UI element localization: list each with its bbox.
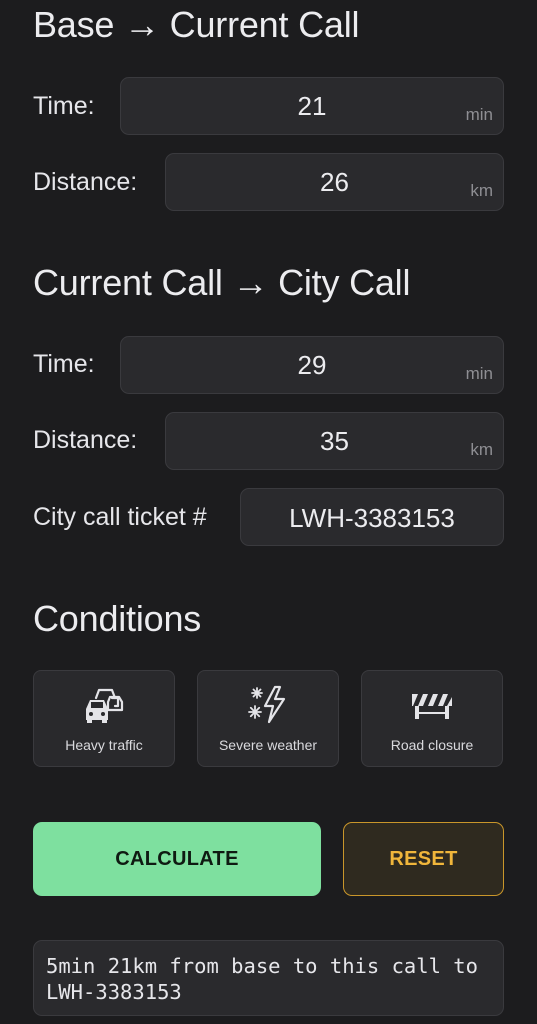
- traffic-cars-icon: [86, 688, 124, 723]
- leg2-title: Current Call → City Call: [33, 262, 411, 303]
- road-closure-label: Road closure: [390, 737, 474, 753]
- ticket-label: City call ticket #: [33, 503, 207, 531]
- road-closure-button[interactable]: Road closure: [361, 670, 503, 767]
- leg1-distance-input[interactable]: 26 km: [165, 153, 504, 211]
- leg1-distance-unit: km: [470, 181, 493, 200]
- leg1-time-input[interactable]: 21 min: [120, 77, 504, 135]
- reset-button[interactable]: RESET: [343, 822, 504, 896]
- reset-label: RESET: [389, 848, 458, 870]
- calculate-button[interactable]: CALCULATE: [33, 822, 321, 896]
- leg1-time-value: 21: [297, 91, 327, 121]
- leg2-time-label: Time:: [33, 350, 95, 378]
- leg2-distance-input[interactable]: 35 km: [165, 412, 504, 470]
- heavy-traffic-label: Heavy traffic: [65, 737, 143, 753]
- leg2-time-unit: min: [465, 364, 493, 383]
- result-output[interactable]: 5min 21km from base to this call to LWH-…: [33, 940, 504, 1016]
- leg2-distance-label: Distance:: [33, 426, 138, 454]
- ticket-input[interactable]: LWH-3383153: [240, 488, 504, 546]
- leg1-title: Base → Current Call: [33, 4, 360, 45]
- severe-weather-label: Severe weather: [218, 737, 318, 753]
- leg1-distance-value: 26: [320, 167, 349, 197]
- severe-weather-button[interactable]: Severe weather: [197, 670, 339, 767]
- snow-lightning-icon: [248, 685, 286, 724]
- heavy-traffic-button[interactable]: Heavy traffic: [33, 670, 175, 767]
- leg2-time-value: 29: [297, 350, 327, 380]
- leg1-distance-label: Distance:: [33, 168, 138, 196]
- road-barrier-icon: [412, 694, 452, 719]
- leg2-distance-unit: km: [470, 440, 493, 459]
- leg1-time-unit: min: [465, 105, 493, 124]
- conditions-title: Conditions: [33, 598, 202, 639]
- ticket-value: LWH-3383153: [289, 503, 455, 533]
- leg1-time-label: Time:: [33, 92, 95, 120]
- leg2-time-input[interactable]: 29 min: [120, 336, 504, 394]
- calculate-label: CALCULATE: [115, 848, 239, 870]
- leg2-distance-value: 35: [320, 426, 349, 456]
